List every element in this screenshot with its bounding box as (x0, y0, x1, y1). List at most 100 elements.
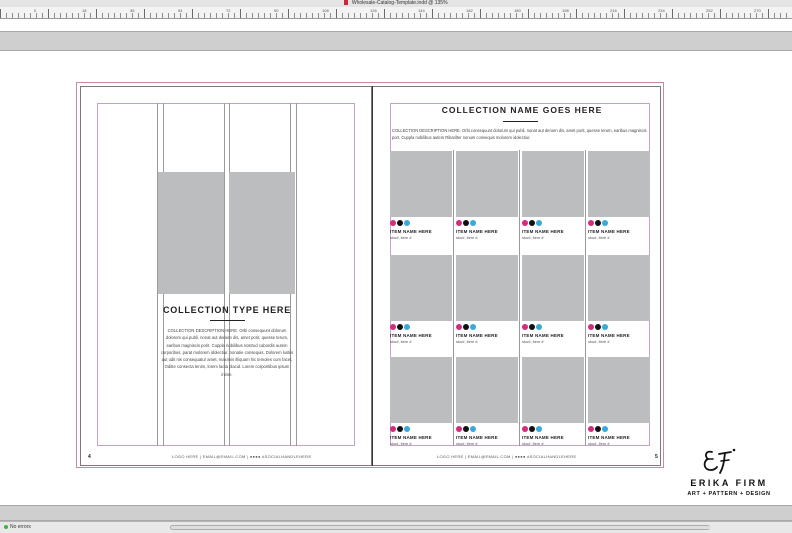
color-swatch-dot (595, 426, 601, 432)
item-sku[interactable]: sku#, item # (390, 339, 412, 344)
pasteboard-top-band (0, 31, 792, 51)
color-swatch-dot (588, 324, 594, 330)
ruler-label: 270 (754, 8, 761, 13)
item-sku[interactable]: sku#, item # (456, 339, 478, 344)
color-swatches (588, 426, 609, 432)
color-swatch-dot (536, 220, 542, 226)
item-name[interactable]: ITEM NAME HERE (390, 229, 432, 234)
column-guide (453, 150, 454, 446)
ruler-label: 108 (322, 8, 329, 13)
color-swatch-dot (595, 324, 601, 330)
item-name[interactable]: ITEM NAME HERE (456, 229, 498, 234)
image-placeholder[interactable] (158, 172, 224, 294)
collection-description[interactable]: COLLECTION DESCRIPTION HERE. Orbi conseq… (160, 327, 294, 378)
product-image-placeholder[interactable] (456, 151, 518, 217)
product-image-placeholder[interactable] (522, 255, 584, 321)
item-name[interactable]: ITEM NAME HERE (588, 333, 630, 338)
color-swatches (456, 220, 477, 226)
ruler-label: 18 (82, 8, 87, 13)
collection-description[interactable]: COLLECTION DESCRIPTION HERE. Orbi conseq… (392, 128, 650, 141)
item-sku[interactable]: sku#, item # (588, 235, 610, 240)
item-name[interactable]: ITEM NAME HERE (522, 333, 564, 338)
collection-type-title[interactable]: COLLECTION TYPE HERE (158, 305, 296, 315)
color-swatch-dot (588, 220, 594, 226)
horizontal-scrollbar[interactable] (170, 525, 711, 530)
color-swatch-dot (522, 324, 528, 330)
collection-name-title[interactable]: COLLECTION NAME GOES HERE (412, 105, 632, 115)
product-image-placeholder[interactable] (588, 357, 650, 423)
color-swatch-dot (602, 426, 608, 432)
indesign-document-icon (344, 0, 349, 6)
color-swatch-dot (529, 426, 535, 432)
color-swatches (522, 220, 543, 226)
item-name[interactable]: ITEM NAME HERE (588, 229, 630, 234)
column-guide (296, 103, 297, 446)
color-swatches (588, 324, 609, 330)
color-swatch-dot (470, 426, 476, 432)
product-image-placeholder[interactable] (456, 255, 518, 321)
item-sku[interactable]: sku#, item # (456, 235, 478, 240)
color-swatch-dot (456, 220, 462, 226)
product-image-placeholder[interactable] (390, 151, 452, 217)
product-image-placeholder[interactable] (588, 255, 650, 321)
color-swatch-dot (390, 426, 396, 432)
item-sku[interactable]: sku#, item # (522, 441, 544, 446)
color-swatches (456, 426, 477, 432)
product-image-placeholder[interactable] (588, 151, 650, 217)
ruler-label: 72 (226, 8, 231, 13)
item-name[interactable]: ITEM NAME HERE (588, 435, 630, 440)
image-placeholder[interactable] (229, 172, 295, 294)
item-sku[interactable]: sku#, item # (522, 235, 544, 240)
color-swatch-dot (463, 220, 469, 226)
color-swatch-dot (456, 324, 462, 330)
ruler-label: 162 (466, 8, 473, 13)
color-swatch-dot (390, 220, 396, 226)
color-swatch-dot (522, 426, 528, 432)
item-sku[interactable]: sku#, item # (588, 441, 610, 446)
ruler-label: 198 (562, 8, 569, 13)
horizontal-ruler[interactable]: 0 18 36 54 72 90 108 126 144 162 180 198 216 234 252 27… (0, 7, 792, 19)
logo-tagline: ART + PATTERN + DESIGN (687, 491, 771, 497)
color-swatch-dot (397, 220, 403, 226)
item-name[interactable]: ITEM NAME HERE (390, 435, 432, 440)
left-margin-guide (97, 103, 355, 446)
color-swatch-dot (404, 220, 410, 226)
color-swatch-dot (463, 324, 469, 330)
ruler-label: 234 (658, 8, 665, 13)
color-swatches (390, 426, 411, 432)
item-name[interactable]: ITEM NAME HERE (456, 333, 498, 338)
item-sku[interactable]: sku#, item # (456, 441, 478, 446)
ruler-label: 36 (130, 8, 135, 13)
color-swatch-dot (463, 426, 469, 432)
preflight-ok-icon (4, 524, 8, 529)
color-swatch-dot (588, 426, 594, 432)
product-image-placeholder[interactable] (522, 151, 584, 217)
ruler-label: 144 (418, 8, 425, 13)
product-image-placeholder[interactable] (522, 357, 584, 423)
scrollbar-thumb[interactable] (171, 526, 711, 529)
item-name[interactable]: ITEM NAME HERE (390, 333, 432, 338)
item-sku[interactable]: sku#, item # (390, 235, 412, 240)
product-image-placeholder[interactable] (390, 255, 452, 321)
product-image-placeholder[interactable] (390, 357, 452, 423)
color-swatch-dot (390, 324, 396, 330)
page-footer[interactable]: LOGO HERE | EMAIL@EMAIL.COM | ●●●● #SOCI… (172, 454, 311, 459)
color-swatches (390, 324, 411, 330)
item-name[interactable]: ITEM NAME HERE (522, 229, 564, 234)
preflight-status[interactable]: No errors (4, 524, 31, 530)
window-title-bar: Wholesale-Catalog-Template.indd @ 135% (0, 0, 792, 7)
page-footer[interactable]: LOGO HERE | EMAIL@EMAIL.COM | ●●●● #SOCI… (437, 454, 576, 459)
color-swatches (522, 324, 543, 330)
ruler-label: 180 (514, 8, 521, 13)
color-swatches (390, 220, 411, 226)
erika-firm-monogram-logo (703, 448, 736, 474)
color-swatch-dot (529, 220, 535, 226)
item-sku[interactable]: sku#, item # (390, 441, 412, 446)
item-sku[interactable]: sku#, item # (522, 339, 544, 344)
ruler-label: 252 (706, 8, 713, 13)
product-image-placeholder[interactable] (456, 357, 518, 423)
item-sku[interactable]: sku#, item # (588, 339, 610, 344)
color-swatch-dot (456, 426, 462, 432)
item-name[interactable]: ITEM NAME HERE (522, 435, 564, 440)
item-name[interactable]: ITEM NAME HERE (456, 435, 498, 440)
